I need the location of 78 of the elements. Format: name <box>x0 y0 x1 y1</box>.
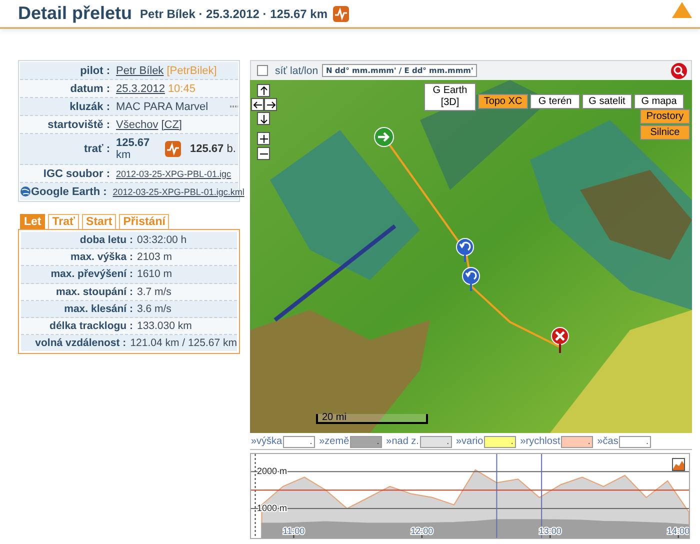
zoom-in-button[interactable] <box>257 132 270 145</box>
link[interactable]: [CZ] <box>161 118 182 130</box>
field-label: Google Earth : <box>31 186 107 198</box>
field-label: startoviště : <box>48 118 110 130</box>
plus-icon <box>258 134 268 144</box>
arrow-down-icon <box>258 114 268 124</box>
arrow-up-icon <box>258 86 268 96</box>
stat-value: 1610 m <box>137 268 172 280</box>
field-label: pilot : <box>80 64 110 76</box>
readout-field[interactable]: . <box>619 436 652 448</box>
x-tick-label: 11:00 <box>282 526 305 536</box>
file-link[interactable]: 2012-03-25-XPG-PBL-01.igc.kml <box>112 186 244 196</box>
stat-label: doba letu : <box>78 234 134 246</box>
points-value: 125.67 b. <box>190 143 236 155</box>
stat-label: max. výška : <box>70 251 134 264</box>
pan-up-button[interactable] <box>257 84 270 97</box>
grid-checkbox[interactable] <box>257 65 268 76</box>
readout-field[interactable]: . <box>484 436 516 448</box>
stat-label: max. převýšení : <box>50 268 134 280</box>
flight-summary: Petr Bílek · 25.3.2012 · 125.67 km <box>140 6 328 20</box>
grid-label: síť lat/lon <box>275 64 318 76</box>
stat-value: 2103 m <box>137 251 172 264</box>
zoom-icon[interactable] <box>671 62 687 78</box>
pan-right-button[interactable] <box>264 98 277 111</box>
field-label: »čas <box>597 436 618 447</box>
field-label: datum : <box>70 82 110 94</box>
stat-label: max. klesání : <box>63 302 134 315</box>
graph-icon[interactable] <box>333 6 350 22</box>
field-label: »vario <box>456 436 484 447</box>
arrow-right-icon <box>266 100 276 110</box>
landing-marker-icon[interactable] <box>551 327 569 353</box>
field-value: 10:45 <box>168 82 196 94</box>
file-link[interactable]: 2012-03-25-XPG-PBL-01.igc <box>116 168 232 178</box>
stat-value: 133.030 km <box>137 320 192 332</box>
field-label: »rychlost <box>520 436 560 447</box>
stat-label: volná vzdálenost : <box>34 337 128 350</box>
turnpoint-marker-icon[interactable] <box>456 238 474 262</box>
field-label: trať : <box>84 143 110 155</box>
stat-label: max. stoupání : <box>54 286 134 298</box>
map-type-button[interactable]: G Earth [3D] <box>424 83 476 111</box>
page-title: Detail přeletu <box>18 3 132 24</box>
stat-value: 03:32:00 h <box>137 234 187 246</box>
overlay-toggle[interactable]: Prostory <box>640 109 690 124</box>
field-value: MAC PARA Marvel <box>116 100 208 112</box>
map-scale: 20 mi <box>316 414 428 424</box>
stat-value: 3.7 m/s <box>137 286 172 298</box>
field-label: »nad z. <box>386 436 419 447</box>
field-label: »výška <box>251 436 282 447</box>
link[interactable]: 25.3.2012 <box>116 82 165 94</box>
overlay-toggle[interactable]: Silnice <box>640 125 690 140</box>
pan-down-button[interactable] <box>257 112 270 125</box>
field-label: »země <box>319 436 350 447</box>
stat-value: 3.6 m/s <box>137 302 172 315</box>
distance-value: 125.67 km <box>116 137 151 161</box>
zoom-out-button[interactable] <box>257 147 270 160</box>
turnpoint-marker-icon[interactable] <box>462 267 480 291</box>
field-label: kluzák : <box>70 100 110 112</box>
link[interactable]: Všechov <box>116 118 158 130</box>
map-type-button[interactable]: Topo XC <box>478 94 528 109</box>
x-tick-label: 14:00 <box>667 526 689 536</box>
start-marker-icon[interactable] <box>374 127 394 147</box>
stat-label: délka tracklogu : <box>48 320 134 332</box>
field-label: IGC soubor : <box>43 168 110 180</box>
arrow-left-icon <box>252 100 262 110</box>
chart-icon[interactable] <box>672 458 686 472</box>
map-type-button[interactable]: G satelit <box>582 94 632 109</box>
field-value: [PetrBilek] <box>166 64 217 76</box>
readout-field[interactable]: . <box>350 436 382 448</box>
link[interactable]: Petr Bílek <box>116 64 164 76</box>
graph-icon[interactable] <box>165 141 181 157</box>
pan-left-button[interactable] <box>251 98 264 111</box>
x-tick-label: 12:00 <box>410 526 434 536</box>
stat-value: 121.04 km / 125.67 km <box>130 337 237 350</box>
map-type-button[interactable]: G terén <box>530 94 580 109</box>
readout-field[interactable]: . <box>283 436 316 448</box>
readout-field[interactable]: . <box>420 436 452 448</box>
map-type-button[interactable]: G mapa <box>634 94 684 109</box>
readout-field[interactable]: . <box>561 436 594 448</box>
